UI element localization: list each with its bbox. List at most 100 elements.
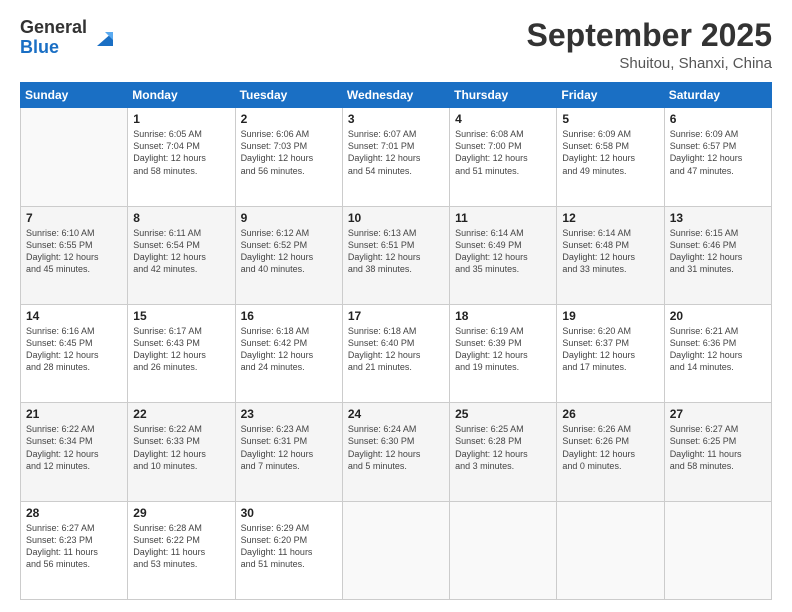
day-info: Sunrise: 6:14 AM Sunset: 6:48 PM Dayligh… xyxy=(562,227,658,276)
calendar-day-cell: 29 Sunrise: 6:28 AM Sunset: 6:22 PM Dayli… xyxy=(128,501,235,599)
day-info: Sunrise: 6:29 AM Sunset: 6:20 PM Dayligh… xyxy=(241,522,337,571)
day-info: Sunrise: 6:19 AM Sunset: 6:39 PM Dayligh… xyxy=(455,325,551,374)
day-number: 11 xyxy=(455,211,551,225)
day-info: Sunrise: 6:08 AM Sunset: 7:00 PM Dayligh… xyxy=(455,128,551,177)
calendar-day-cell: 8 Sunrise: 6:11 AM Sunset: 6:54 PM Daylig… xyxy=(128,206,235,304)
logo-icon xyxy=(91,24,119,52)
calendar-day-cell: 14 Sunrise: 6:16 AM Sunset: 6:45 PM Dayli… xyxy=(21,304,128,402)
calendar-day-cell: 6Sunrise: 6:09 AM Sunset: 6:57 PM Daylig… xyxy=(664,108,771,206)
day-info: Sunrise: 6:12 AM Sunset: 6:52 PM Dayligh… xyxy=(241,227,337,276)
calendar-header-saturday: Saturday xyxy=(664,83,771,108)
calendar-week-row: 14 Sunrise: 6:16 AM Sunset: 6:45 PM Dayli… xyxy=(21,304,772,402)
day-number: 1 xyxy=(133,112,229,126)
day-number: 10 xyxy=(348,211,444,225)
calendar-day-cell xyxy=(21,108,128,206)
day-info: Sunrise: 6:15 AM Sunset: 6:46 PM Dayligh… xyxy=(670,227,766,276)
calendar-header-monday: Monday xyxy=(128,83,235,108)
day-number: 4 xyxy=(455,112,551,126)
calendar-header-wednesday: Wednesday xyxy=(342,83,449,108)
day-number: 29 xyxy=(133,506,229,520)
day-number: 25 xyxy=(455,407,551,421)
calendar-header-sunday: Sunday xyxy=(21,83,128,108)
day-info: Sunrise: 6:25 AM Sunset: 6:28 PM Dayligh… xyxy=(455,423,551,472)
day-number: 13 xyxy=(670,211,766,225)
page: General Blue September 2025 Shuitou, Sha… xyxy=(0,0,792,612)
day-number: 7 xyxy=(26,211,122,225)
day-info: Sunrise: 6:11 AM Sunset: 6:54 PM Dayligh… xyxy=(133,227,229,276)
calendar-header-friday: Friday xyxy=(557,83,664,108)
day-info: Sunrise: 6:14 AM Sunset: 6:49 PM Dayligh… xyxy=(455,227,551,276)
day-info: Sunrise: 6:22 AM Sunset: 6:34 PM Dayligh… xyxy=(26,423,122,472)
day-info: Sunrise: 6:21 AM Sunset: 6:36 PM Dayligh… xyxy=(670,325,766,374)
day-number: 3 xyxy=(348,112,444,126)
day-number: 16 xyxy=(241,309,337,323)
day-info: Sunrise: 6:20 AM Sunset: 6:37 PM Dayligh… xyxy=(562,325,658,374)
calendar-day-cell: 20 Sunrise: 6:21 AM Sunset: 6:36 PM Dayli… xyxy=(664,304,771,402)
day-number: 15 xyxy=(133,309,229,323)
day-number: 14 xyxy=(26,309,122,323)
calendar-day-cell: 27Sunrise: 6:27 AM Sunset: 6:25 PM Dayli… xyxy=(664,403,771,501)
calendar-day-cell: 24 Sunrise: 6:24 AM Sunset: 6:30 PM Dayli… xyxy=(342,403,449,501)
calendar-header-row: SundayMondayTuesdayWednesdayThursdayFrid… xyxy=(21,83,772,108)
day-number: 28 xyxy=(26,506,122,520)
day-info: Sunrise: 6:17 AM Sunset: 6:43 PM Dayligh… xyxy=(133,325,229,374)
calendar-day-cell: 5 Sunrise: 6:09 AM Sunset: 6:58 PM Daylig… xyxy=(557,108,664,206)
day-info: Sunrise: 6:22 AM Sunset: 6:33 PM Dayligh… xyxy=(133,423,229,472)
calendar-day-cell: 7 Sunrise: 6:10 AM Sunset: 6:55 PM Daylig… xyxy=(21,206,128,304)
day-number: 24 xyxy=(348,407,444,421)
calendar-day-cell: 21Sunrise: 6:22 AM Sunset: 6:34 PM Dayli… xyxy=(21,403,128,501)
calendar-day-cell: 10 Sunrise: 6:13 AM Sunset: 6:51 PM Dayli… xyxy=(342,206,449,304)
calendar-day-cell: 12 Sunrise: 6:14 AM Sunset: 6:48 PM Dayli… xyxy=(557,206,664,304)
day-info: Sunrise: 6:10 AM Sunset: 6:55 PM Dayligh… xyxy=(26,227,122,276)
logo-text: General Blue xyxy=(20,18,87,58)
calendar-day-cell: 1Sunrise: 6:05 AM Sunset: 7:04 PM Daylig… xyxy=(128,108,235,206)
day-info: Sunrise: 6:18 AM Sunset: 6:40 PM Dayligh… xyxy=(348,325,444,374)
calendar-header-tuesday: Tuesday xyxy=(235,83,342,108)
day-info: Sunrise: 6:09 AM Sunset: 6:58 PM Dayligh… xyxy=(562,128,658,177)
calendar-day-cell: 30 Sunrise: 6:29 AM Sunset: 6:20 PM Dayli… xyxy=(235,501,342,599)
day-info: Sunrise: 6:16 AM Sunset: 6:45 PM Dayligh… xyxy=(26,325,122,374)
calendar-day-cell: 26 Sunrise: 6:26 AM Sunset: 6:26 PM Dayli… xyxy=(557,403,664,501)
calendar-week-row: 1Sunrise: 6:05 AM Sunset: 7:04 PM Daylig… xyxy=(21,108,772,206)
day-number: 23 xyxy=(241,407,337,421)
calendar-day-cell: 18Sunrise: 6:19 AM Sunset: 6:39 PM Dayli… xyxy=(450,304,557,402)
day-number: 20 xyxy=(670,309,766,323)
day-number: 8 xyxy=(133,211,229,225)
day-info: Sunrise: 6:27 AM Sunset: 6:23 PM Dayligh… xyxy=(26,522,122,571)
header: General Blue September 2025 Shuitou, Sha… xyxy=(20,18,772,72)
calendar-table: SundayMondayTuesdayWednesdayThursdayFrid… xyxy=(20,82,772,600)
day-number: 17 xyxy=(348,309,444,323)
day-info: Sunrise: 6:23 AM Sunset: 6:31 PM Dayligh… xyxy=(241,423,337,472)
day-info: Sunrise: 6:13 AM Sunset: 6:51 PM Dayligh… xyxy=(348,227,444,276)
day-info: Sunrise: 6:18 AM Sunset: 6:42 PM Dayligh… xyxy=(241,325,337,374)
calendar-week-row: 28 Sunrise: 6:27 AM Sunset: 6:23 PM Dayli… xyxy=(21,501,772,599)
day-info: Sunrise: 6:24 AM Sunset: 6:30 PM Dayligh… xyxy=(348,423,444,472)
calendar-day-cell: 23 Sunrise: 6:23 AM Sunset: 6:31 PM Dayli… xyxy=(235,403,342,501)
calendar-day-cell xyxy=(342,501,449,599)
day-info: Sunrise: 6:09 AM Sunset: 6:57 PM Dayligh… xyxy=(670,128,766,177)
day-number: 12 xyxy=(562,211,658,225)
calendar-week-row: 21Sunrise: 6:22 AM Sunset: 6:34 PM Dayli… xyxy=(21,403,772,501)
calendar-day-cell: 22 Sunrise: 6:22 AM Sunset: 6:33 PM Dayli… xyxy=(128,403,235,501)
day-info: Sunrise: 6:26 AM Sunset: 6:26 PM Dayligh… xyxy=(562,423,658,472)
calendar-day-cell: 4 Sunrise: 6:08 AM Sunset: 7:00 PM Daylig… xyxy=(450,108,557,206)
calendar-day-cell xyxy=(557,501,664,599)
day-number: 2 xyxy=(241,112,337,126)
location: Shuitou, Shanxi, China xyxy=(527,55,772,72)
calendar-day-cell: 3 Sunrise: 6:07 AM Sunset: 7:01 PM Daylig… xyxy=(342,108,449,206)
calendar-day-cell: 16 Sunrise: 6:18 AM Sunset: 6:42 PM Dayli… xyxy=(235,304,342,402)
calendar-day-cell xyxy=(664,501,771,599)
calendar-day-cell: 28 Sunrise: 6:27 AM Sunset: 6:23 PM Dayli… xyxy=(21,501,128,599)
calendar-day-cell: 17 Sunrise: 6:18 AM Sunset: 6:40 PM Dayli… xyxy=(342,304,449,402)
day-number: 22 xyxy=(133,407,229,421)
day-number: 26 xyxy=(562,407,658,421)
day-info: Sunrise: 6:28 AM Sunset: 6:22 PM Dayligh… xyxy=(133,522,229,571)
calendar-day-cell: 9Sunrise: 6:12 AM Sunset: 6:52 PM Daylig… xyxy=(235,206,342,304)
month-title: September 2025 xyxy=(527,18,772,53)
day-number: 30 xyxy=(241,506,337,520)
day-info: Sunrise: 6:07 AM Sunset: 7:01 PM Dayligh… xyxy=(348,128,444,177)
calendar-day-cell: 15 Sunrise: 6:17 AM Sunset: 6:43 PM Dayli… xyxy=(128,304,235,402)
day-number: 5 xyxy=(562,112,658,126)
logo: General Blue xyxy=(20,18,119,58)
calendar-day-cell: 13 Sunrise: 6:15 AM Sunset: 6:46 PM Dayli… xyxy=(664,206,771,304)
